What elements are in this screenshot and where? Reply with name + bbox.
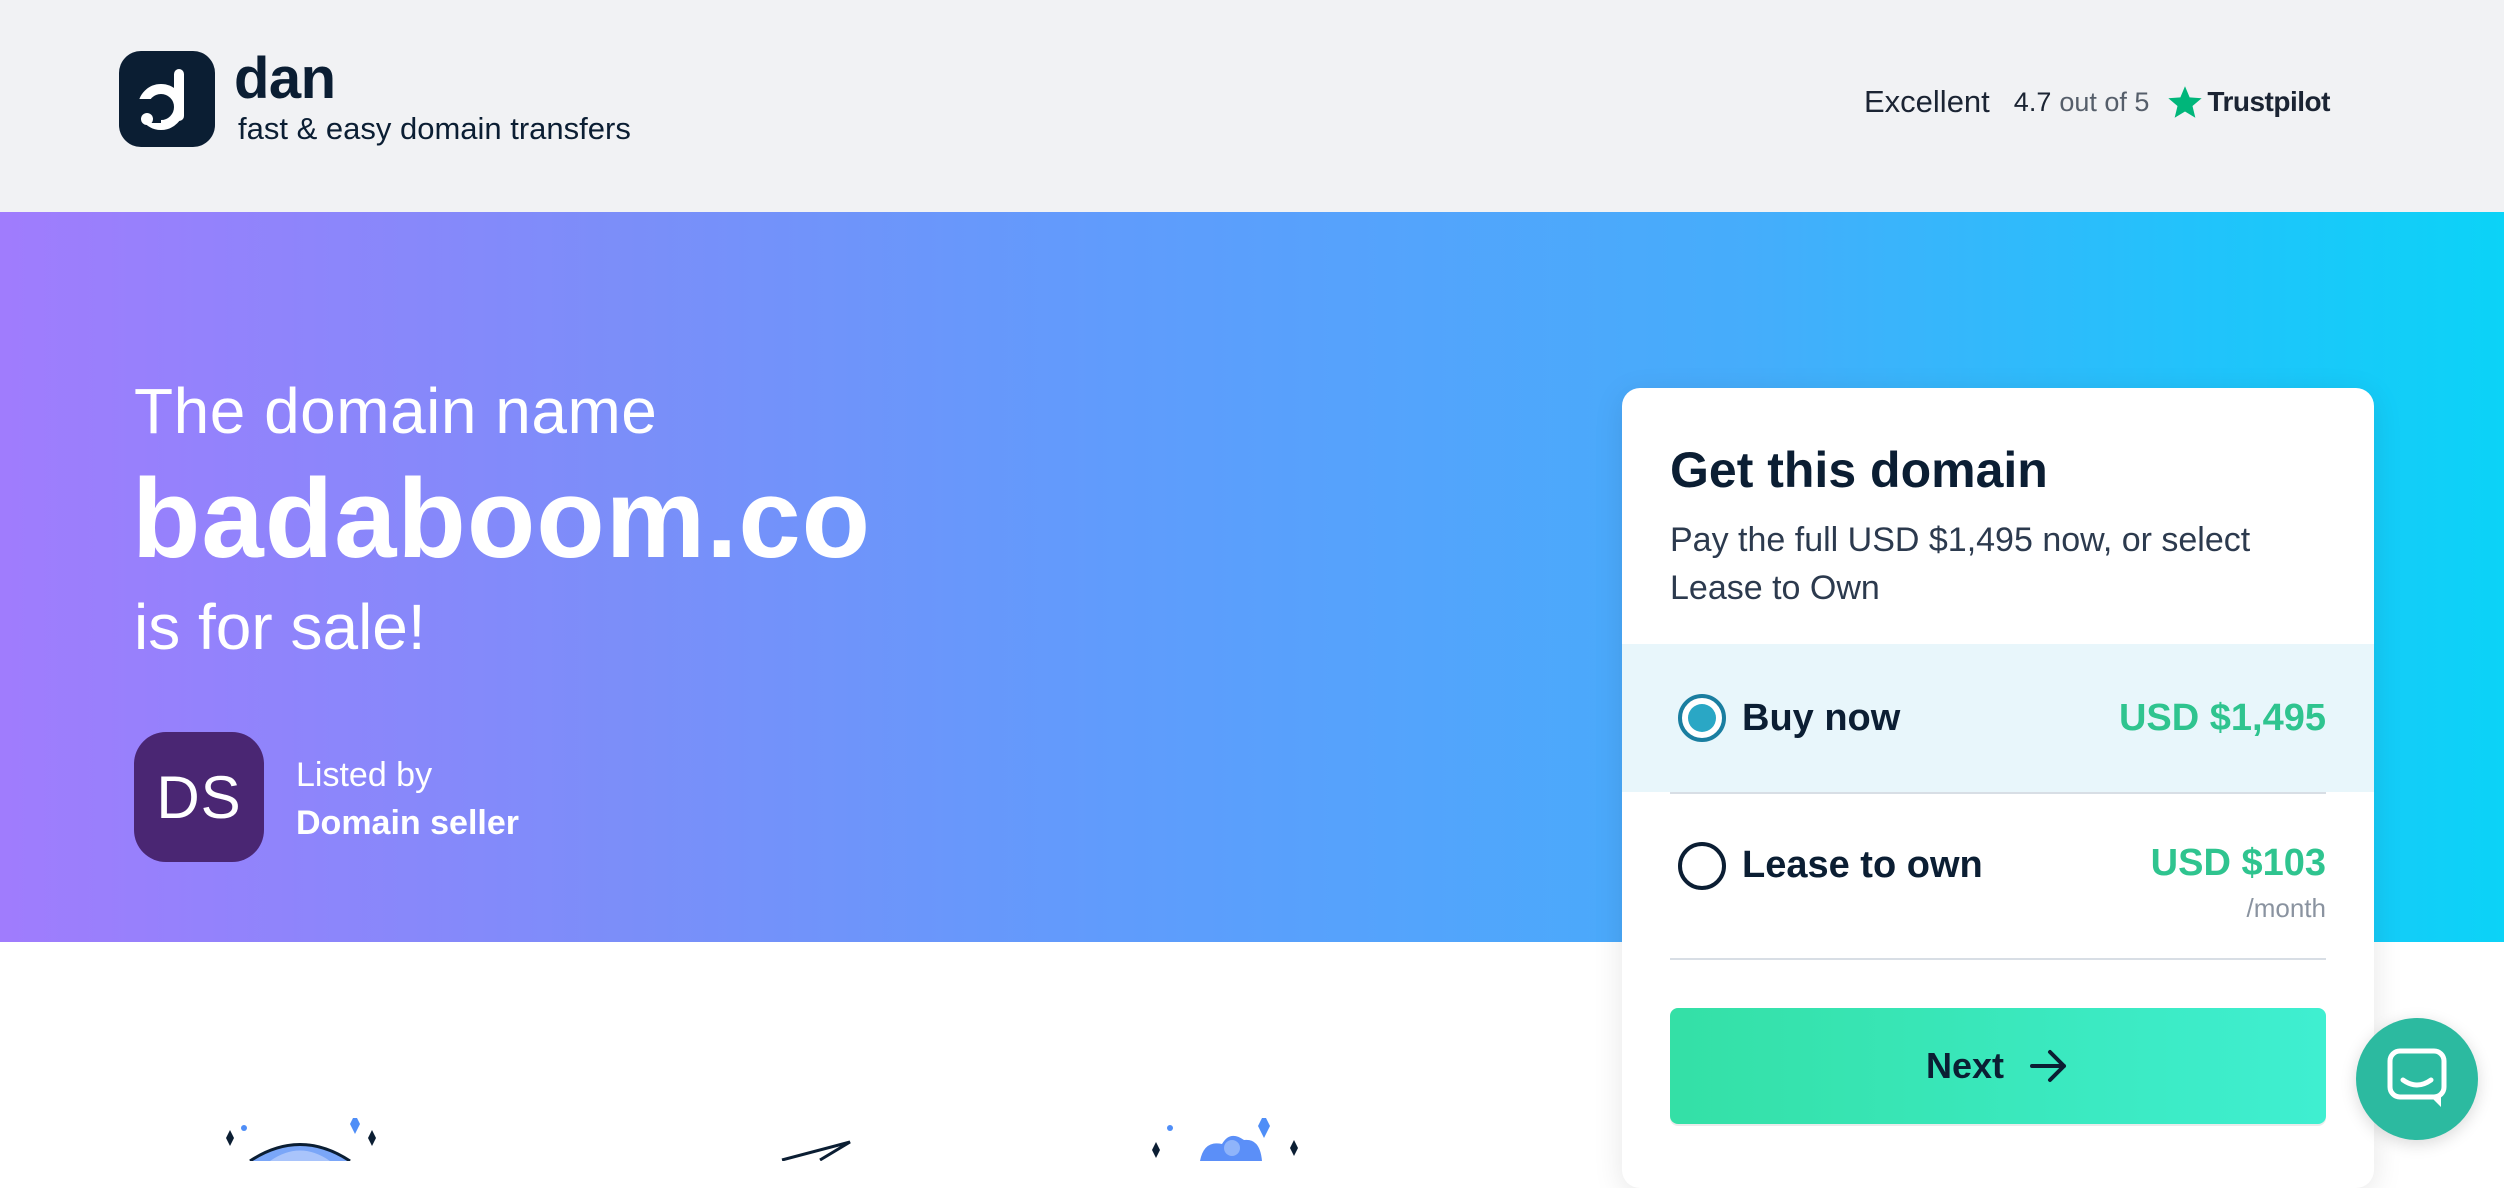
chat-button[interactable] [2356,1018,2478,1140]
card-title: Get this domain [1670,442,2048,498]
rating-score: 4.7 [2013,86,2052,117]
lease-to-own-period: /month [2246,893,2327,923]
trustpilot-label: Trustpilot [2207,86,2330,117]
divider [1670,958,2326,960]
buy-now-radio[interactable] [1678,694,1726,742]
cloud-illustration-icon [1152,1118,1298,1161]
star-icon [2167,84,2203,120]
lease-to-own-radio[interactable] [1678,842,1726,890]
lease-to-own-price: USD $103 [2150,842,2326,884]
next-button-label: Next [1925,1045,2005,1086]
dan-logo-icon[interactable] [119,51,215,147]
brand-tagline: fast & easy domain transfers [238,111,631,146]
domain-name: badaboom.co [132,456,872,581]
next-button[interactable]: Next [1670,1008,2326,1124]
lease-to-own-label: Lease to own [1742,844,1983,886]
card-description: Pay the full USD $1,495 now, or select L… [1670,521,2251,607]
trustpilot-rating[interactable]: Excellent 4.7 out of 5 Trustpilot [1864,80,2330,124]
rating-word: Excellent [1864,84,1990,119]
lease-to-own-option[interactable]: Lease to own USD $103 /month [1622,796,2374,944]
rating-out-of: out of 5 [2059,86,2150,117]
seller-avatar: DS [134,732,264,862]
arrow-right-icon [2030,1048,2070,1084]
buy-now-price: USD $1,495 [2118,697,2326,739]
buy-now-label: Buy now [1742,697,1901,739]
site-header: dan fast & easy domain transfers Excelle… [0,0,2504,212]
divider [1670,792,2326,794]
shield-illustration-icon [226,1118,376,1161]
paper-plane-illustration-icon [781,1140,851,1161]
seller-name: Domain seller [296,804,519,842]
chat-icon [2387,1048,2447,1115]
purchase-card: Get this domain Pay the full USD $1,495 … [1622,388,2374,1188]
hero-post-text: is for sale! [134,591,426,663]
buy-now-option[interactable]: Buy now USD $1,495 [1622,644,2374,792]
listed-by-label: Listed by [296,756,433,794]
brand-name[interactable]: dan [234,44,336,114]
hero-pre-text: The domain name [134,375,658,447]
